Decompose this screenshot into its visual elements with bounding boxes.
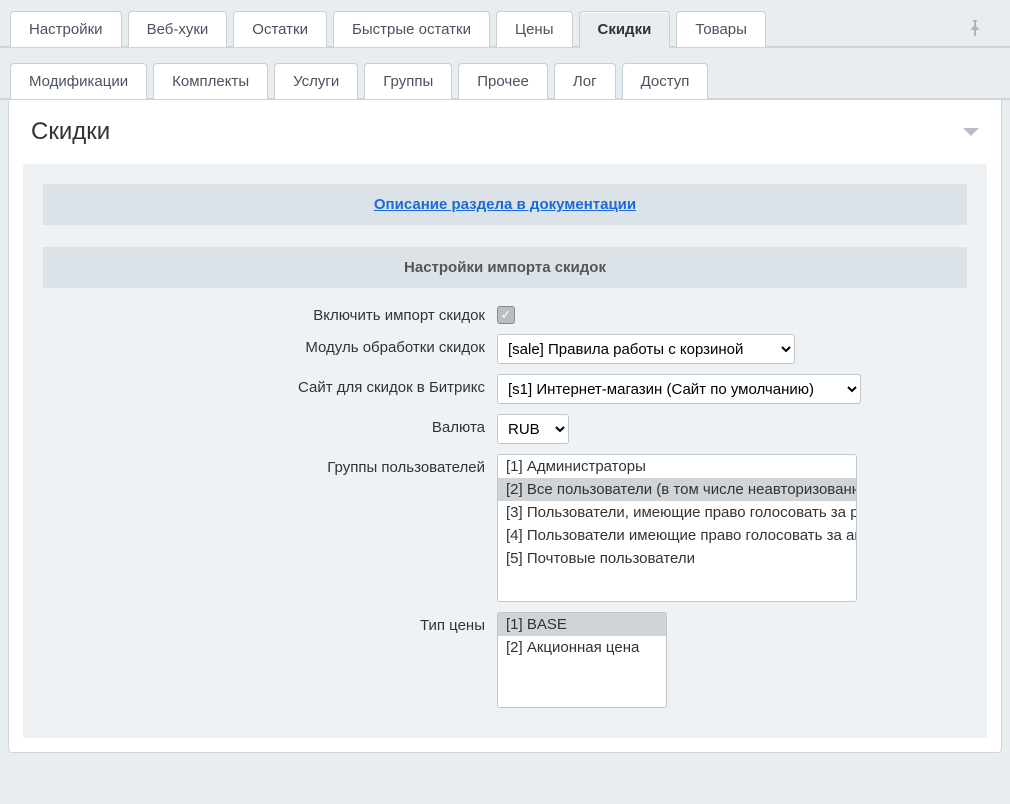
secondary-tab-2[interactable]: Услуги [274, 63, 358, 99]
primary-tabs: НастройкиВеб-хукиОстаткиБыстрые остаткиЦ… [0, 0, 1010, 48]
user-group-option-3[interactable]: [4] Пользователи имеющие право голосоват… [498, 524, 856, 547]
price-type-option-0[interactable]: [1] BASE [498, 613, 666, 636]
discount-module-select[interactable]: [sale] Правила работы с корзиной [497, 334, 795, 364]
user-groups-listbox[interactable]: [1] Администраторы[2] Все пользователи (… [497, 454, 857, 602]
secondary-tab-0[interactable]: Модификации [10, 63, 147, 99]
user-group-option-1[interactable]: [2] Все пользователи (в том числе неавто… [498, 478, 856, 501]
doc-link-bar: Описание раздела в документации [43, 184, 967, 225]
primary-tab-3[interactable]: Быстрые остатки [333, 11, 490, 47]
doc-link[interactable]: Описание раздела в документации [374, 196, 636, 213]
site-select[interactable]: [s1] Интернет-магазин (Сайт по умолчанию… [497, 374, 861, 404]
label-price-type: Тип цены [43, 612, 497, 634]
price-type-option-1[interactable]: [2] Акционная цена [498, 636, 666, 659]
primary-tab-4[interactable]: Цены [496, 11, 573, 47]
pin-icon[interactable] [968, 20, 982, 41]
settings-panel: Скидки Описание раздела в документации Н… [8, 100, 1002, 753]
primary-tab-6[interactable]: Товары [676, 11, 766, 47]
secondary-tab-1[interactable]: Комплекты [153, 63, 268, 99]
secondary-tab-3[interactable]: Группы [364, 63, 452, 99]
currency-select[interactable]: RUB [497, 414, 569, 444]
label-discount-module: Модуль обработки скидок [43, 334, 497, 356]
secondary-tab-4[interactable]: Прочее [458, 63, 548, 99]
primary-tab-5[interactable]: Скидки [579, 11, 671, 47]
section-heading: Настройки импорта скидок [43, 247, 967, 288]
user-group-option-2[interactable]: [3] Пользователи, имеющие право голосова… [498, 501, 856, 524]
primary-tab-0[interactable]: Настройки [10, 11, 122, 47]
secondary-tab-6[interactable]: Доступ [622, 63, 709, 99]
collapse-icon[interactable] [963, 128, 979, 136]
user-group-option-0[interactable]: [1] Администраторы [498, 455, 856, 478]
enable-import-checkbox[interactable]: ✓ [497, 306, 515, 324]
label-user-groups: Группы пользователей [43, 454, 497, 476]
label-currency: Валюта [43, 414, 497, 436]
secondary-tabs: МодификацииКомплектыУслугиГруппыПрочееЛо… [0, 48, 1010, 100]
label-enable-import: Включить импорт скидок [43, 302, 497, 324]
label-site: Сайт для скидок в Битрикс [43, 374, 497, 396]
price-type-listbox[interactable]: [1] BASE[2] Акционная цена [497, 612, 667, 708]
primary-tab-1[interactable]: Веб-хуки [128, 11, 228, 47]
panel-title: Скидки [31, 118, 110, 146]
user-group-option-4[interactable]: [5] Почтовые пользователи [498, 547, 856, 570]
primary-tab-2[interactable]: Остатки [233, 11, 327, 47]
secondary-tab-5[interactable]: Лог [554, 63, 616, 99]
